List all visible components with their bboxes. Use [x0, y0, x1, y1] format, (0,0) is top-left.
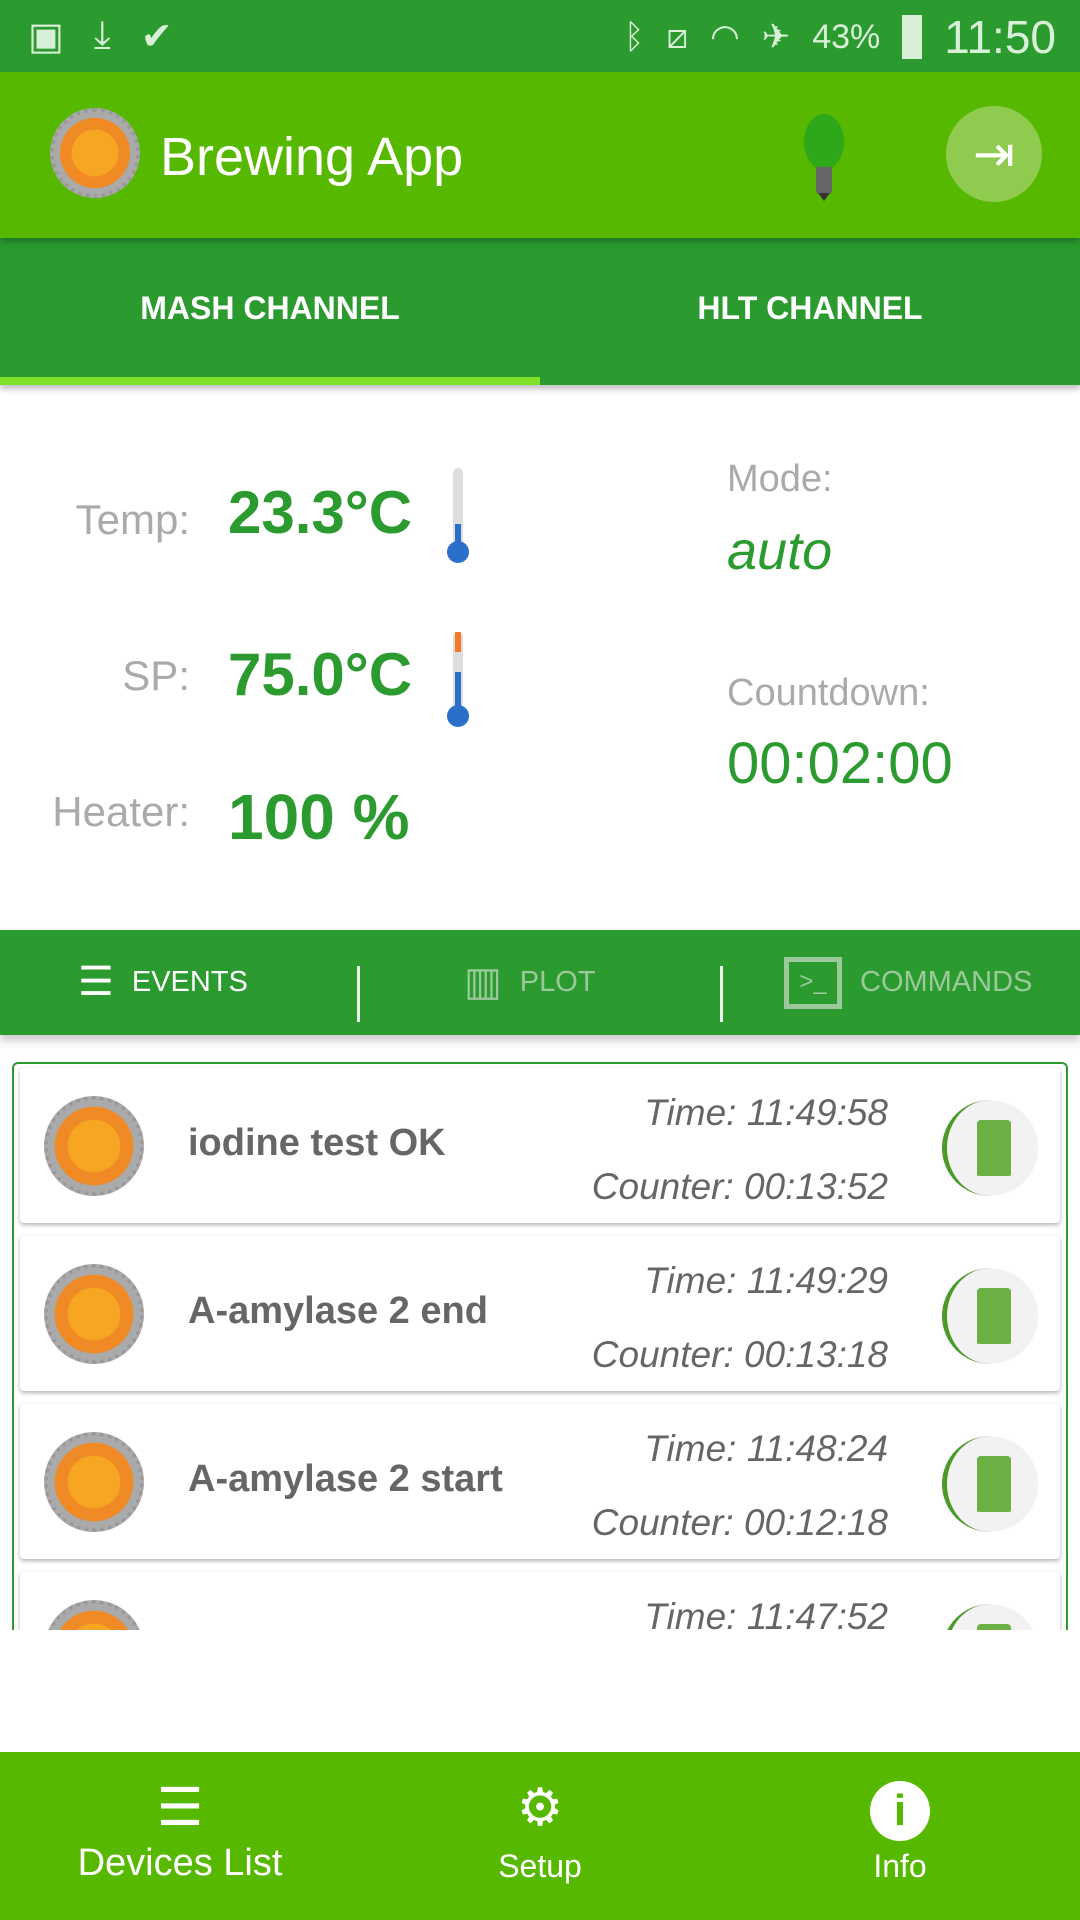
- tab-plot-label: PLOT: [519, 966, 596, 998]
- info-icon: i: [800, 1778, 1000, 1842]
- sp-label: SP:: [122, 652, 190, 699]
- nav-devices-list[interactable]: ☰ Devices List: [40, 1752, 320, 1920]
- event-time: Time: 11:48:24: [644, 1428, 888, 1469]
- tab-mash-channel[interactable]: MASH CHANNEL: [0, 238, 540, 385]
- event-time: Time: 11:49:29: [644, 1260, 888, 1301]
- event-time: Time: 11:47:52: [644, 1596, 888, 1630]
- clock: 11:50: [944, 11, 1056, 63]
- mode-value: auto: [727, 521, 833, 581]
- tab-plot[interactable]: ▥ PLOT: [464, 930, 596, 1035]
- logo-icon: [44, 1264, 144, 1364]
- nav-label: Info: [873, 1848, 927, 1884]
- tab-events-label: EVENTS: [131, 966, 248, 998]
- battery-charging-icon: [902, 15, 923, 59]
- battery-percent: 43%: [812, 17, 881, 56]
- lightbulb-icon[interactable]: [800, 112, 848, 202]
- exit-icon: ⇥: [973, 126, 1015, 182]
- event-item[interactable]: A-amylase 2 start Time: 11:48:24 Counter…: [20, 1404, 1060, 1559]
- divider: [720, 966, 723, 1022]
- gear-icon: ⚙: [516, 1779, 564, 1837]
- heater-value: 100 %: [228, 781, 410, 853]
- logo-icon: [44, 1096, 144, 1196]
- heater-label: Heater:: [52, 788, 190, 835]
- tab-commands[interactable]: >_ COMMANDS: [784, 930, 1032, 1035]
- view-tabs: ☰ EVENTS ▥ PLOT >_ COMMANDS: [0, 930, 1080, 1035]
- chart-icon: ▥: [464, 960, 502, 1004]
- app-bar: Brewing App ⇥: [0, 72, 1080, 238]
- sp-value: 75.0°C: [228, 641, 413, 708]
- wifi-icon: ◠: [710, 18, 740, 56]
- tab-events[interactable]: ☰ EVENTS: [78, 930, 248, 1035]
- event-name: A-amylase 2 start: [188, 1458, 503, 1500]
- logo-icon: [44, 1432, 144, 1532]
- vibrate-icon: ⧄: [666, 17, 689, 56]
- terminal-icon: >_: [784, 956, 842, 1009]
- delete-button[interactable]: [942, 1100, 1038, 1196]
- trash-icon: [977, 1624, 1011, 1630]
- event-item[interactable]: A-amylase 2 end Time: 11:49:29 Counter: …: [20, 1236, 1060, 1391]
- status-bar: ▣ ⤓ ✔ ᛒ ⧄ ◠ ✈ 43% 11:50: [0, 0, 1080, 72]
- divider: [357, 966, 360, 1022]
- event-item[interactable]: iodine test OK Time: 11:49:58 Counter: 0…: [20, 1068, 1060, 1223]
- nav-info[interactable]: i Info: [800, 1752, 1000, 1920]
- temp-value: 23.3°C: [228, 479, 413, 546]
- nav-label: Setup: [498, 1848, 582, 1884]
- trash-icon: [977, 1120, 1011, 1176]
- download-icon: ⤓: [93, 14, 111, 56]
- tab-hlt-channel[interactable]: HLT CHANNEL: [540, 238, 1080, 385]
- events-list[interactable]: iodine test OK Time: 11:49:58 Counter: 0…: [12, 1062, 1068, 1630]
- event-counter: Counter: 00:13:52: [591, 1166, 888, 1207]
- event-counter: Counter: 00:13:18: [591, 1334, 888, 1375]
- event-name: iodine test OK: [188, 1122, 446, 1164]
- logo-icon: [44, 1600, 144, 1630]
- event-name: A-amylase 2 end: [188, 1290, 488, 1332]
- check-icon: ✔: [140, 16, 173, 58]
- event-item[interactable]: Time: 11:47:52: [20, 1572, 1060, 1630]
- temp-label: Temp:: [75, 496, 190, 543]
- trash-icon: [977, 1288, 1011, 1344]
- event-counter: Counter: 00:12:18: [591, 1502, 888, 1543]
- image-icon: ▣: [28, 16, 64, 58]
- list-icon: ☰: [156, 1779, 204, 1837]
- bottom-nav: ☰ Devices List ⚙ Setup i Info: [0, 1752, 1080, 1920]
- delete-button[interactable]: [942, 1604, 1038, 1630]
- thermometer-hot-icon: [447, 632, 469, 727]
- logo-icon: [50, 108, 140, 198]
- tab-commands-label: COMMANDS: [860, 966, 1033, 998]
- checklist-icon: ☰: [78, 960, 114, 1004]
- mode-label: Mode:: [727, 458, 833, 500]
- delete-button[interactable]: [942, 1436, 1038, 1532]
- tab-indicator: [0, 377, 540, 385]
- delete-button[interactable]: [942, 1268, 1038, 1364]
- nav-setup[interactable]: ⚙ Setup: [440, 1752, 640, 1920]
- exit-button[interactable]: ⇥: [946, 106, 1042, 202]
- countdown-value: 00:02:00: [727, 731, 953, 796]
- nav-label: Devices List: [77, 1842, 283, 1884]
- app-title: Brewing App: [160, 127, 464, 187]
- trash-icon: [977, 1456, 1011, 1512]
- channel-tabs: MASH CHANNEL HLT CHANNEL: [0, 238, 1080, 385]
- thermometer-icon: [447, 468, 469, 563]
- event-time: Time: 11:49:58: [644, 1092, 888, 1133]
- airplane-icon: ✈: [761, 18, 791, 56]
- bluetooth-icon: ᛒ: [624, 17, 645, 56]
- countdown-label: Countdown:: [727, 672, 930, 714]
